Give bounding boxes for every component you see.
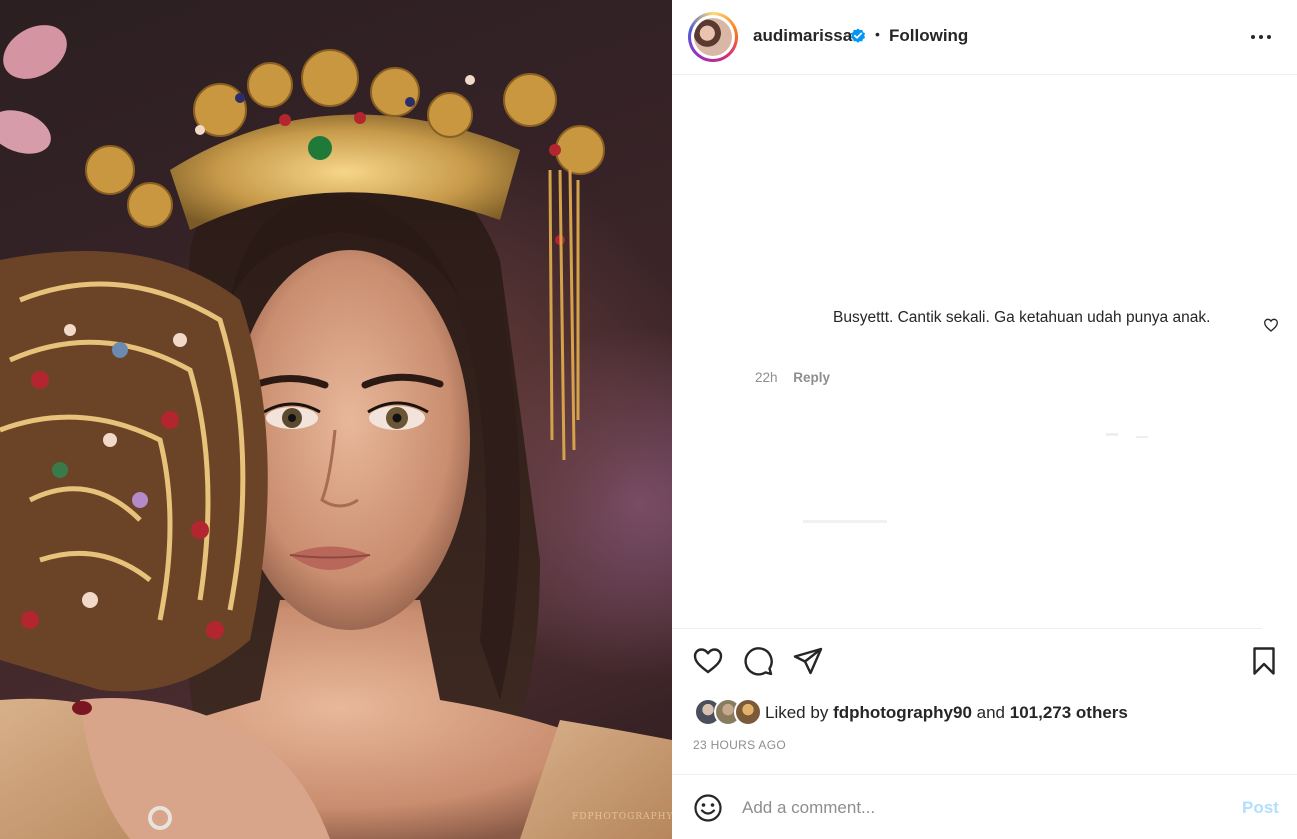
divider: [672, 628, 1262, 629]
likes-joiner: and: [976, 703, 1006, 722]
likes-summary: Liked by fdphotography90 and 101,273 oth…: [765, 703, 1128, 723]
photo-watermark: FDPHOTOGRAPHY: [572, 812, 672, 822]
liker-avatars[interactable]: [694, 698, 762, 726]
share-icon[interactable]: [792, 645, 824, 677]
separator-dot: •: [875, 26, 880, 42]
bookmark-icon[interactable]: [1248, 645, 1280, 677]
likes-prefix: Liked by: [765, 703, 829, 722]
avatar-image: [694, 18, 732, 56]
following-button[interactable]: Following: [889, 26, 968, 46]
more-options-icon[interactable]: [1251, 30, 1273, 44]
post-photo-illustration: [0, 25, 672, 839]
faint-mark: [1106, 433, 1118, 436]
comment-heart-icon[interactable]: [1263, 317, 1279, 333]
comment-meta: 22h Reply: [755, 370, 830, 385]
faint-mark: [1136, 436, 1148, 438]
post-header: audimarissa • Following: [672, 0, 1297, 75]
liker-username-link[interactable]: fdphotography90: [833, 703, 972, 722]
post-detail-panel: audimarissa • Following Busyettt. Cantik…: [672, 0, 1297, 839]
comment-text: Busyettt. Cantik sekali. Ga ketahuan uda…: [833, 309, 1211, 326]
reply-button[interactable]: Reply: [793, 370, 830, 385]
divider: [672, 774, 1297, 775]
username-link[interactable]: audimarissa: [753, 26, 852, 46]
verified-badge-icon: [850, 28, 866, 43]
comment-input[interactable]: [742, 796, 1222, 820]
post-comment-button[interactable]: Post: [1242, 798, 1279, 818]
likes-count-link[interactable]: 101,273 others: [1010, 703, 1128, 722]
comment-time: 22h: [755, 370, 778, 385]
post-timestamp[interactable]: 23 HOURS AGO: [693, 738, 786, 752]
avatar[interactable]: [688, 12, 738, 62]
heart-icon[interactable]: [692, 645, 724, 677]
emoji-icon[interactable]: [693, 793, 723, 823]
faint-mark: [803, 520, 887, 523]
comment-icon[interactable]: [742, 645, 774, 677]
post-image[interactable]: FDPHOTOGRAPHY: [0, 0, 672, 839]
comment-body: Busyettt. Cantik sekali. Ga ketahuan uda…: [755, 307, 1215, 329]
